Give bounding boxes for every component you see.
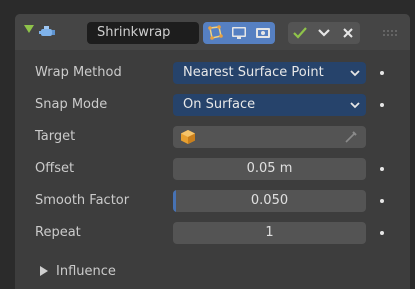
- expand-arrow-icon[interactable]: [24, 25, 34, 33]
- influence-subpanel-header[interactable]: Influence: [40, 263, 116, 281]
- edit-mode-toggle[interactable]: [203, 22, 227, 44]
- eyedropper-icon[interactable]: [344, 130, 358, 152]
- collapse-chevron-icon: [318, 29, 330, 37]
- object-cube-icon: [180, 129, 196, 153]
- shrinkwrap-modifier-icon: [39, 24, 57, 40]
- smooth-factor-keyframe-dot[interactable]: [380, 199, 384, 203]
- chevron-down-icon: [350, 62, 360, 92]
- collapsed-arrow-icon: [40, 265, 48, 276]
- realtime-display-icon: [232, 27, 246, 39]
- offset-label: Offset: [35, 161, 75, 176]
- offset-keyframe-dot[interactable]: [380, 167, 384, 171]
- delete-button[interactable]: [336, 22, 360, 44]
- smooth-factor-fill: [173, 190, 176, 212]
- smooth-factor-slider[interactable]: 0.050: [173, 190, 366, 212]
- influence-label: Influence: [56, 264, 116, 279]
- render-icon: [256, 28, 270, 38]
- display-toggle-group: [203, 22, 275, 44]
- repeat-label: Repeat: [35, 225, 81, 240]
- wrap-method-label: Wrap Method: [35, 65, 122, 80]
- wrap-method-value: Nearest Surface Point: [183, 65, 324, 80]
- drag-handle-icon[interactable]: [382, 28, 398, 38]
- modifier-header: Shrinkwrap: [15, 14, 410, 50]
- realtime-toggle[interactable]: [227, 22, 251, 44]
- snap-mode-label: Snap Mode: [35, 97, 108, 112]
- chevron-down-icon: [350, 94, 360, 124]
- target-label: Target: [35, 129, 76, 144]
- wrap-method-keyframe-dot[interactable]: [380, 71, 384, 75]
- snap-mode-keyframe-dot[interactable]: [380, 103, 384, 107]
- edit-mode-icon: [208, 25, 223, 40]
- delete-x-icon: [343, 28, 353, 38]
- wrap-method-dropdown[interactable]: Nearest Surface Point: [173, 62, 366, 84]
- target-object-field[interactable]: [173, 126, 366, 148]
- render-toggle[interactable]: [251, 22, 275, 44]
- modifier-panel: Shrinkwrap Wrap Method Nearest Surface P…: [15, 14, 410, 289]
- offset-field[interactable]: 0.05 m: [173, 158, 366, 180]
- smooth-factor-label: Smooth Factor: [35, 193, 130, 208]
- apply-check-icon: [293, 27, 307, 39]
- snap-mode-value: On Surface: [183, 97, 256, 112]
- repeat-keyframe-dot[interactable]: [380, 231, 384, 235]
- snap-mode-dropdown[interactable]: On Surface: [173, 94, 366, 116]
- smooth-factor-value: 0.050: [250, 193, 289, 208]
- repeat-field[interactable]: 1: [173, 222, 366, 244]
- modifier-name-field[interactable]: Shrinkwrap: [87, 22, 199, 44]
- collapse-button[interactable]: [312, 22, 336, 44]
- apply-button[interactable]: [288, 22, 312, 44]
- apply-button-group: [288, 22, 360, 44]
